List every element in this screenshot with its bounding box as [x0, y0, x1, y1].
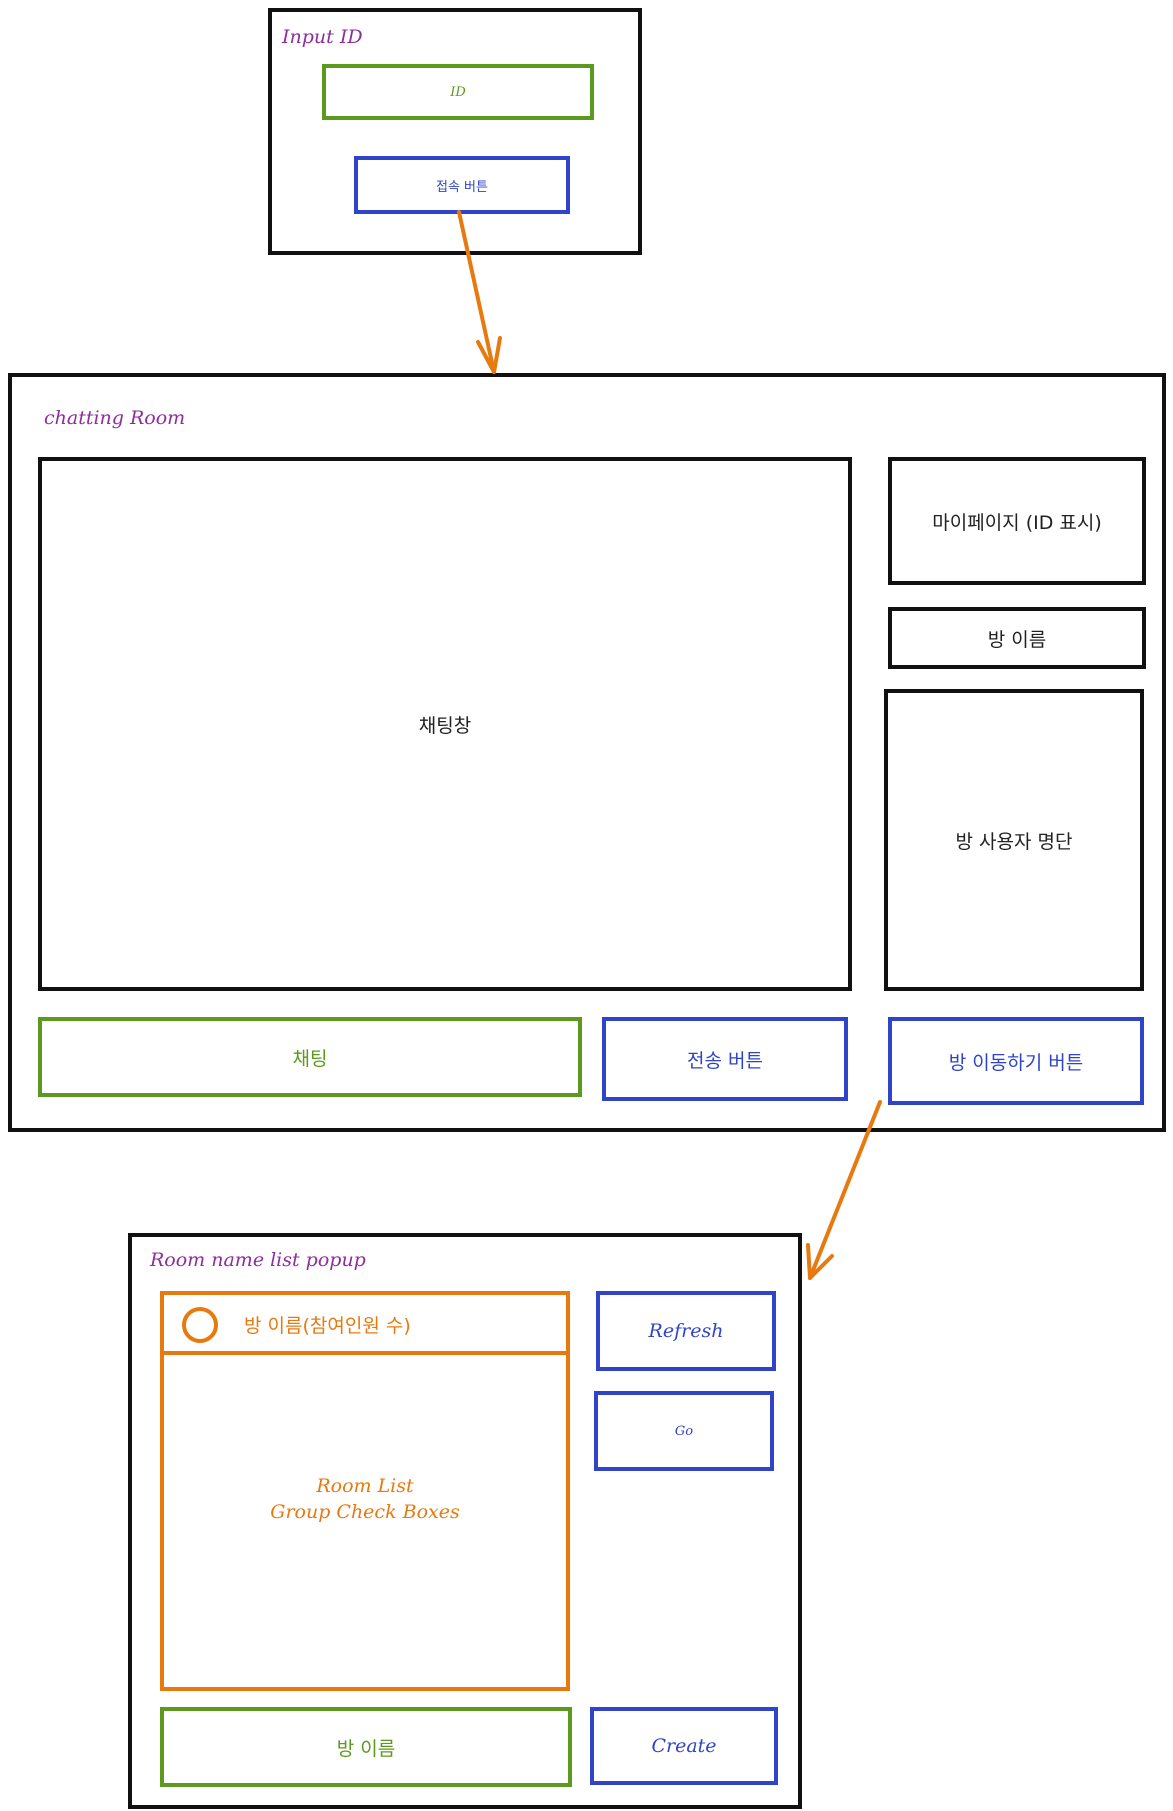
go-button[interactable]: Go	[594, 1391, 774, 1471]
login-frame: Input ID ID 접속 버튼	[268, 8, 642, 255]
room-popup-frame: Room name list popup 방 이름(참여인원 수) Room L…	[128, 1233, 802, 1809]
arrow-login-to-chat-head	[476, 336, 502, 374]
room-list-caption: Room List Group Check Boxes	[164, 1473, 566, 1525]
chat-window: 채팅창	[38, 457, 852, 991]
room-popup-title: Room name list popup	[150, 1249, 366, 1271]
room-name-display: 방 이름	[888, 607, 1146, 669]
room-name-input[interactable]: 방 이름	[160, 1707, 572, 1787]
send-button[interactable]: 전송 버튼	[602, 1017, 848, 1101]
my-page-panel[interactable]: 마이페이지 (ID 표시)	[888, 457, 1146, 585]
room-user-list: 방 사용자 명단	[884, 689, 1144, 991]
room-list-item[interactable]: 방 이름(참여인원 수)	[160, 1291, 570, 1355]
create-button[interactable]: Create	[590, 1707, 778, 1785]
chatting-room-title: chatting Room	[44, 407, 186, 429]
radio-circle-icon[interactable]	[182, 1307, 218, 1343]
id-input[interactable]: ID	[322, 64, 594, 120]
chat-input[interactable]: 채팅	[38, 1017, 582, 1097]
refresh-button[interactable]: Refresh	[596, 1291, 776, 1371]
login-frame-title: Input ID	[282, 26, 363, 48]
room-list-caption-line1: Room List	[316, 1475, 414, 1497]
room-list-caption-line2: Group Check Boxes	[270, 1501, 460, 1523]
room-list: 방 이름(참여인원 수) Room List Group Check Boxes	[160, 1291, 570, 1691]
room-item-label: 방 이름(참여인원 수)	[244, 1315, 411, 1337]
arrow-chat-to-popup-head	[806, 1243, 834, 1280]
connect-button[interactable]: 접속 버튼	[354, 156, 570, 214]
chatting-room-frame: chatting Room 채팅창 마이페이지 (ID 표시) 방 이름 방 사…	[8, 373, 1166, 1132]
move-room-button[interactable]: 방 이동하기 버튼	[888, 1017, 1144, 1105]
